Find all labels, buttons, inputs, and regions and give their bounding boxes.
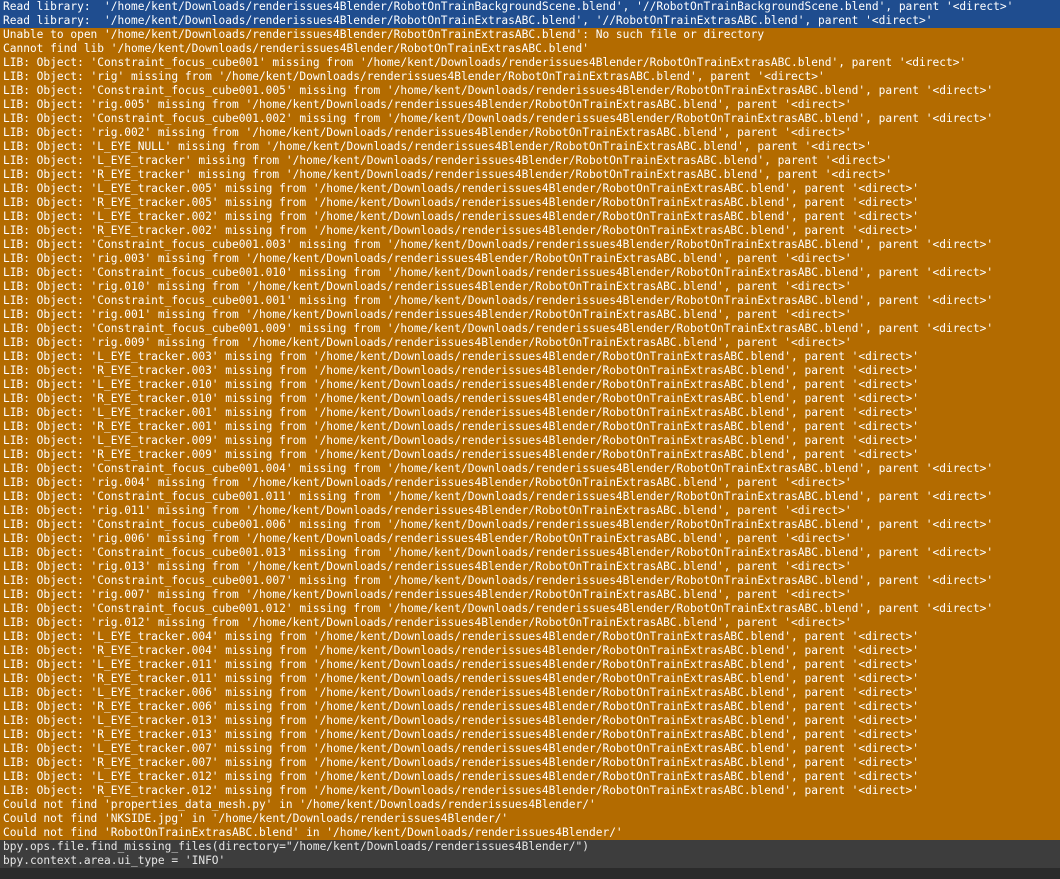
- warning-report-line[interactable]: LIB: Object: 'L_EYE_NULL' missing from '…: [0, 140, 1060, 154]
- warning-report-line[interactable]: LIB: Object: 'L_EYE_tracker.007' missing…: [0, 742, 1060, 756]
- warning-report-line[interactable]: LIB: Object: 'rig.002' missing from '/ho…: [0, 126, 1060, 140]
- warning-report-line[interactable]: LIB: Object: 'L_EYE_tracker.005' missing…: [0, 182, 1060, 196]
- warning-report-line[interactable]: Could not find 'RobotOnTrainExtrasABC.bl…: [0, 826, 1060, 840]
- info-report-line[interactable]: Read library: '/home/kent/Downloads/rend…: [0, 14, 1060, 28]
- warning-report-line[interactable]: LIB: Object: 'Constraint_focus_cube001.0…: [0, 238, 1060, 252]
- warning-report-line[interactable]: LIB: Object: 'R_EYE_tracker.006' missing…: [0, 700, 1060, 714]
- warning-report-line[interactable]: LIB: Object: 'rig.004' missing from '/ho…: [0, 476, 1060, 490]
- warning-report-line[interactable]: LIB: Object: 'L_EYE_tracker.011' missing…: [0, 658, 1060, 672]
- warning-report-line[interactable]: LIB: Object: 'Constraint_focus_cube001.0…: [0, 266, 1060, 280]
- warning-report-line[interactable]: LIB: Object: 'rig.009' missing from '/ho…: [0, 336, 1060, 350]
- warning-report-line[interactable]: LIB: Object: 'rig' missing from '/home/k…: [0, 70, 1060, 84]
- warning-report-line[interactable]: LIB: Object: 'L_EYE_tracker.003' missing…: [0, 350, 1060, 364]
- warning-report-line[interactable]: LIB: Object: 'Constraint_focus_cube001.0…: [0, 294, 1060, 308]
- warning-report-line[interactable]: LIB: Object: 'R_EYE_tracker.001' missing…: [0, 420, 1060, 434]
- warning-report-line[interactable]: LIB: Object: 'rig.007' missing from '/ho…: [0, 588, 1060, 602]
- warning-report-line[interactable]: LIB: Object: 'L_EYE_tracker.010' missing…: [0, 378, 1060, 392]
- warning-report-line[interactable]: LIB: Object: 'R_EYE_tracker.004' missing…: [0, 644, 1060, 658]
- warning-report-line[interactable]: LIB: Object: 'L_EYE_tracker.002' missing…: [0, 210, 1060, 224]
- warning-report-line[interactable]: LIB: Object: 'Constraint_focus_cube001' …: [0, 56, 1060, 70]
- warning-report-line[interactable]: LIB: Object: 'rig.012' missing from '/ho…: [0, 616, 1060, 630]
- warning-report-line[interactable]: LIB: Object: 'Constraint_focus_cube001.0…: [0, 546, 1060, 560]
- warning-report-line[interactable]: LIB: Object: 'rig.010' missing from '/ho…: [0, 280, 1060, 294]
- warning-report-line[interactable]: LIB: Object: 'Constraint_focus_cube001.0…: [0, 602, 1060, 616]
- warning-report-line[interactable]: LIB: Object: 'rig.003' missing from '/ho…: [0, 252, 1060, 266]
- warning-report-line[interactable]: Cannot find lib '/home/kent/Downloads/re…: [0, 42, 1060, 56]
- warning-report-line[interactable]: LIB: Object: 'R_EYE_tracker.012' missing…: [0, 784, 1060, 798]
- warning-report-line[interactable]: LIB: Object: 'R_EYE_tracker.010' missing…: [0, 392, 1060, 406]
- warning-report-line[interactable]: LIB: Object: 'rig.001' missing from '/ho…: [0, 308, 1060, 322]
- warning-report-line[interactable]: LIB: Object: 'Constraint_focus_cube001.0…: [0, 490, 1060, 504]
- warning-report-line[interactable]: LIB: Object: 'R_EYE_tracker.009' missing…: [0, 448, 1060, 462]
- warning-report-line[interactable]: LIB: Object: 'Constraint_focus_cube001.0…: [0, 322, 1060, 336]
- warning-report-line[interactable]: LIB: Object: 'Constraint_focus_cube001.0…: [0, 518, 1060, 532]
- warning-report-line[interactable]: LIB: Object: 'R_EYE_tracker.013' missing…: [0, 728, 1060, 742]
- warning-report-line[interactable]: LIB: Object: 'R_EYE_tracker.007' missing…: [0, 756, 1060, 770]
- info-report-line[interactable]: Read library: '/home/kent/Downloads/rend…: [0, 0, 1060, 14]
- warning-report-line[interactable]: Unable to open '/home/kent/Downloads/ren…: [0, 28, 1060, 42]
- warning-report-line[interactable]: LIB: Object: 'R_EYE_tracker' missing fro…: [0, 168, 1060, 182]
- warning-report-line[interactable]: LIB: Object: 'L_EYE_tracker' missing fro…: [0, 154, 1060, 168]
- warning-report-line[interactable]: LIB: Object: 'rig.013' missing from '/ho…: [0, 560, 1060, 574]
- warning-report-line[interactable]: LIB: Object: 'L_EYE_tracker.006' missing…: [0, 686, 1060, 700]
- warning-report-line[interactable]: LIB: Object: 'R_EYE_tracker.003' missing…: [0, 364, 1060, 378]
- warning-report-line[interactable]: LIB: Object: 'L_EYE_tracker.001' missing…: [0, 406, 1060, 420]
- info-editor-log[interactable]: Read library: '/home/kent/Downloads/rend…: [0, 0, 1060, 879]
- warning-report-line[interactable]: Could not find 'properties_data_mesh.py'…: [0, 798, 1060, 812]
- warning-report-line[interactable]: LIB: Object: 'Constraint_focus_cube001.0…: [0, 574, 1060, 588]
- warning-report-line[interactable]: LIB: Object: 'R_EYE_tracker.002' missing…: [0, 224, 1060, 238]
- operator-report-line[interactable]: bpy.ops.file.find_missing_files(director…: [0, 840, 1060, 854]
- warning-report-line[interactable]: LIB: Object: 'L_EYE_tracker.012' missing…: [0, 770, 1060, 784]
- warning-report-line[interactable]: LIB: Object: 'L_EYE_tracker.009' missing…: [0, 434, 1060, 448]
- warning-report-line[interactable]: LIB: Object: 'R_EYE_tracker.011' missing…: [0, 672, 1060, 686]
- status-bar: [0, 870, 1060, 879]
- warning-report-line[interactable]: LIB: Object: 'L_EYE_tracker.013' missing…: [0, 714, 1060, 728]
- operator-report-line[interactable]: bpy.context.area.ui_type = 'INFO': [0, 854, 1060, 868]
- warning-report-line[interactable]: LIB: Object: 'Constraint_focus_cube001.0…: [0, 84, 1060, 98]
- warning-report-line[interactable]: LIB: Object: 'Constraint_focus_cube001.0…: [0, 112, 1060, 126]
- warning-report-line[interactable]: LIB: Object: 'Constraint_focus_cube001.0…: [0, 462, 1060, 476]
- warning-report-line[interactable]: LIB: Object: 'rig.005' missing from '/ho…: [0, 98, 1060, 112]
- warning-report-line[interactable]: LIB: Object: 'L_EYE_tracker.004' missing…: [0, 630, 1060, 644]
- warning-report-line[interactable]: LIB: Object: 'R_EYE_tracker.005' missing…: [0, 196, 1060, 210]
- warning-report-line[interactable]: Could not find 'NKSIDE.jpg' in '/home/ke…: [0, 812, 1060, 826]
- warning-report-line[interactable]: LIB: Object: 'rig.006' missing from '/ho…: [0, 532, 1060, 546]
- warning-report-line[interactable]: LIB: Object: 'rig.011' missing from '/ho…: [0, 504, 1060, 518]
